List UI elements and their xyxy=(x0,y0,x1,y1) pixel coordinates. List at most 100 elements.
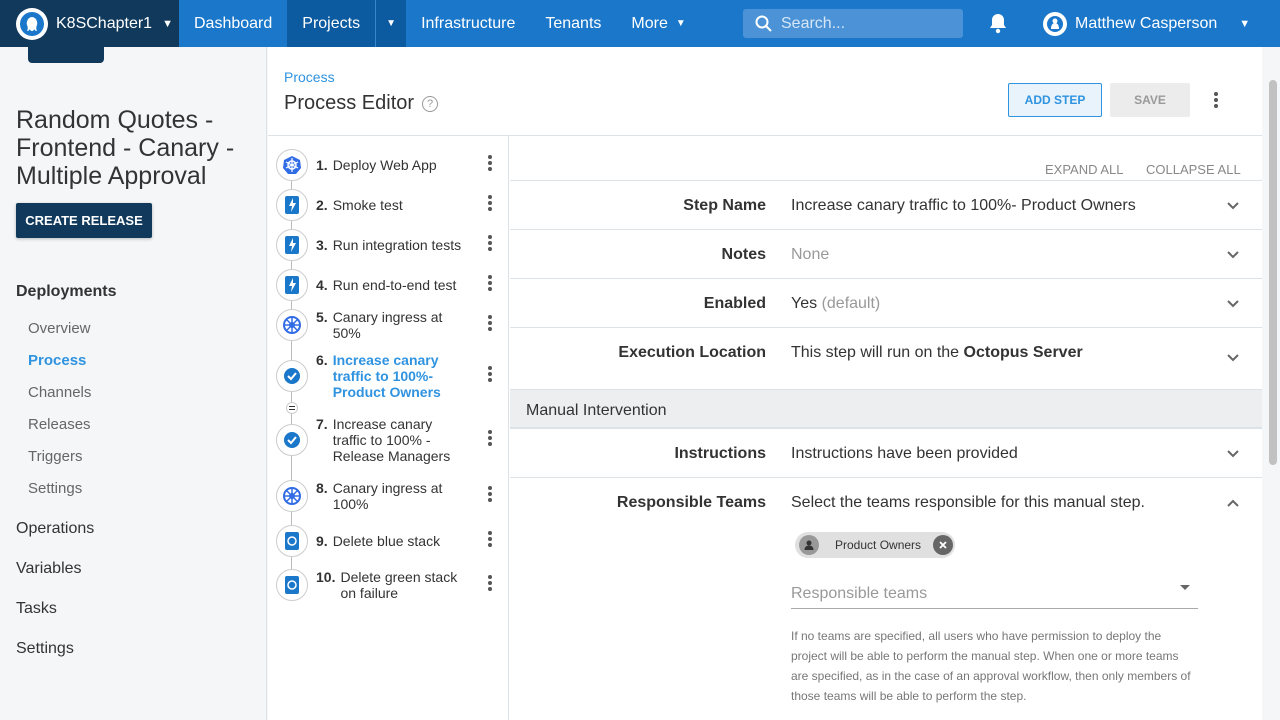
script-icon xyxy=(276,269,308,301)
step-item[interactable]: 8. Canary ingress at 100% xyxy=(276,480,508,512)
chevron-down-icon xyxy=(1226,247,1240,265)
sidebar-item-channels[interactable]: Channels xyxy=(28,384,91,401)
step-menu-icon[interactable] xyxy=(487,365,493,388)
execution-location-target: Octopus Server xyxy=(963,344,1083,361)
responsible-teams-select[interactable] xyxy=(791,570,1198,609)
space-name: K8SChapter1 xyxy=(56,14,153,32)
script-icon xyxy=(276,189,308,221)
responsible-teams-input[interactable] xyxy=(791,570,1161,608)
script-icon xyxy=(276,229,308,261)
sidebar-item-deploy-settings[interactable]: Settings xyxy=(28,480,82,497)
search-input[interactable] xyxy=(781,14,951,33)
expand-all-button[interactable]: EXPAND ALL xyxy=(1045,162,1124,177)
step-number: 7. xyxy=(316,416,328,432)
step-number: 4. xyxy=(316,277,328,293)
sidebar-item-process[interactable]: Process xyxy=(28,352,86,369)
enabled-row[interactable]: Enabled Yes (default) xyxy=(510,278,1262,327)
space-switcher[interactable]: K8SChapter1 ▼ xyxy=(0,0,179,47)
parallel-condition-icon xyxy=(286,402,298,414)
chevron-down-icon xyxy=(1226,198,1240,216)
responsible-teams-label: Responsible Teams xyxy=(616,494,766,511)
step-menu-icon[interactable] xyxy=(487,234,493,257)
execution-location-prefix: This step will run on the xyxy=(791,344,960,361)
sidebar-item-variables[interactable]: Variables xyxy=(16,560,82,578)
bell-icon[interactable] xyxy=(988,12,1008,39)
more-options-icon[interactable] xyxy=(1213,91,1219,114)
kubernetes-script-icon xyxy=(276,525,308,557)
enabled-label: Enabled xyxy=(703,295,766,312)
chevron-up-icon[interactable] xyxy=(1226,495,1240,513)
step-number: 2. xyxy=(316,197,328,213)
notes-label: Notes xyxy=(721,246,766,263)
sidebar-item-triggers[interactable]: Triggers xyxy=(28,448,82,465)
step-menu-icon[interactable] xyxy=(487,194,493,217)
search-box[interactable] xyxy=(743,9,963,38)
step-item[interactable]: 3. Run integration tests xyxy=(276,229,508,261)
step-number: 6. xyxy=(316,352,328,368)
breadcrumb[interactable]: Process xyxy=(284,69,335,85)
execution-location-row[interactable]: Execution Location This step will run on… xyxy=(510,327,1262,389)
instructions-row[interactable]: Instructions Instructions have been prov… xyxy=(510,428,1262,477)
remove-chip-icon[interactable] xyxy=(933,535,953,555)
step-menu-icon[interactable] xyxy=(487,530,493,553)
step-name-value: Increase canary traffic to 100%- Product… xyxy=(791,197,1136,214)
sidebar-item-overview[interactable]: Overview xyxy=(28,320,91,337)
scrollbar[interactable] xyxy=(1269,80,1277,465)
kubernetes-script-icon xyxy=(276,569,308,601)
user-name: Matthew Casperson xyxy=(1075,14,1218,32)
nav-tenants[interactable]: Tenants xyxy=(530,0,616,47)
create-release-button[interactable]: CREATE RELEASE xyxy=(16,203,152,238)
nav-projects[interactable]: Projects xyxy=(287,0,376,47)
projects-dropdown-button[interactable]: ▼ xyxy=(375,0,407,47)
step-number: 10. xyxy=(316,569,336,585)
step-menu-icon[interactable] xyxy=(487,574,493,597)
sidebar-item-tasks[interactable]: Tasks xyxy=(16,600,57,618)
nav-more[interactable]: More ▼ xyxy=(616,0,700,47)
chevron-down-icon xyxy=(1226,350,1240,368)
responsible-teams-value: Select the teams responsible for this ma… xyxy=(791,494,1145,511)
sidebar-item-operations[interactable]: Operations xyxy=(16,520,94,538)
page-title-row: Process Editor ? xyxy=(284,92,439,115)
save-button[interactable]: SAVE xyxy=(1110,83,1190,117)
collapse-all-button[interactable]: COLLAPSE ALL xyxy=(1146,162,1241,177)
step-label: Smoke test xyxy=(332,197,403,213)
step-details: EXPAND ALL COLLAPSE ALL Step Name Increa… xyxy=(510,136,1262,720)
step-menu-icon[interactable] xyxy=(487,154,493,177)
step-item[interactable]: 9. Delete blue stack xyxy=(276,525,508,557)
step-label: Delete blue stack xyxy=(332,533,441,549)
step-number: 5. xyxy=(316,309,328,325)
step-menu-icon[interactable] xyxy=(487,314,493,337)
step-menu-icon[interactable] xyxy=(487,429,493,452)
step-item[interactable]: 4. Run end-to-end test xyxy=(276,269,508,301)
sidebar-item-releases[interactable]: Releases xyxy=(28,416,91,433)
nav-infrastructure[interactable]: Infrastructure xyxy=(406,0,530,47)
team-chip-label: Product Owners xyxy=(835,538,922,552)
add-step-button[interactable]: ADD STEP xyxy=(1008,83,1102,117)
steps-list: 1. Deploy Web App 2. Smoke test 3. Run inte… xyxy=(268,136,509,720)
step-item[interactable]: 2. Smoke test xyxy=(276,189,508,221)
chevron-down-icon: ▼ xyxy=(1239,17,1251,30)
nav-dashboard[interactable]: Dashboard xyxy=(179,0,287,47)
kubernetes-icon xyxy=(276,480,308,512)
step-item[interactable]: 10. Delete green stack on failure xyxy=(276,569,508,601)
step-item[interactable]: 7. Increase canary traffic to 100% - Rele… xyxy=(276,416,508,464)
step-item[interactable]: 1. Deploy Web App xyxy=(276,149,508,181)
step-item-selected[interactable]: 6. Increase canary traffic to 100%- Produ… xyxy=(276,352,508,400)
step-name-label: Step Name xyxy=(683,197,766,214)
help-icon[interactable]: ? xyxy=(422,95,439,112)
instructions-value: Instructions have been provided xyxy=(791,445,1018,462)
dropdown-arrow-icon[interactable] xyxy=(1180,585,1190,590)
notes-row[interactable]: Notes None xyxy=(510,229,1262,278)
kubernetes-icon xyxy=(276,149,308,181)
process-editor-panel: Process Process Editor ? ADD STEP SAVE 1… xyxy=(268,47,1262,720)
step-name-row[interactable]: Step Name Increase canary traffic to 100… xyxy=(510,180,1262,229)
step-label: Run end-to-end test xyxy=(332,277,457,293)
user-menu[interactable]: Matthew Casperson ▼ xyxy=(1043,0,1250,47)
step-menu-icon[interactable] xyxy=(487,485,493,508)
sidebar-item-settings[interactable]: Settings xyxy=(16,640,74,658)
project-sidebar: Random Quotes - Frontend - Canary - Mult… xyxy=(0,47,267,720)
step-menu-icon[interactable] xyxy=(487,274,493,297)
step-item[interactable]: 5. Canary ingress at 50% xyxy=(276,309,508,341)
execution-location-label: Execution Location xyxy=(618,344,766,361)
sidebar-deployments-heading[interactable]: Deployments xyxy=(16,283,116,301)
